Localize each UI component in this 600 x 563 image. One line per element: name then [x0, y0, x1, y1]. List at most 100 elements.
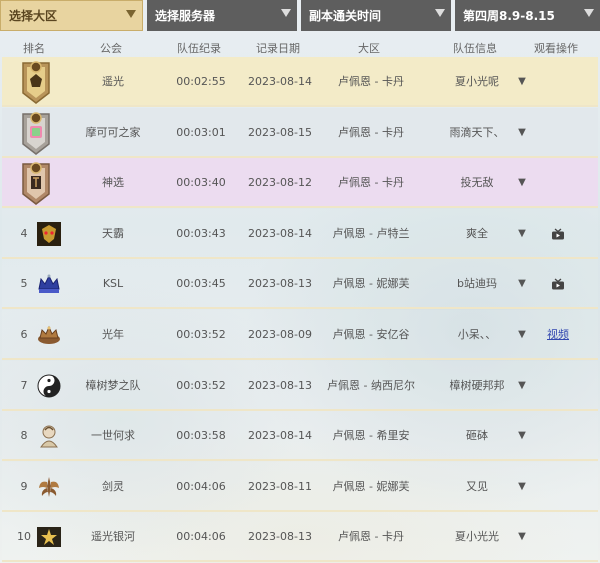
gold-medal-icon: [19, 59, 53, 105]
region-name: 卢佩恩 - 妮娜芙: [332, 277, 410, 291]
record-time: 00:03:45: [176, 277, 226, 291]
filter-bar: 选择大区 选择服务器 副本通关时间 第四周8.9-8.15: [0, 0, 600, 31]
week-select-label: 第四周8.9-8.15: [463, 9, 555, 23]
record-time: 00:03:01: [176, 125, 226, 139]
metric-select[interactable]: 副本通关时间: [301, 0, 451, 31]
expand-toggle-icon[interactable]: ▼: [518, 411, 526, 461]
server-select[interactable]: 选择服务器: [147, 0, 297, 31]
record-date: 2023-08-14: [248, 226, 312, 240]
guild-name: 摩可可之家: [85, 125, 141, 139]
region-select[interactable]: 选择大区: [0, 0, 143, 31]
record-date: 2023-08-13: [248, 277, 312, 291]
record-time: 00:04:06: [176, 530, 226, 544]
week-select[interactable]: 第四周8.9-8.15: [455, 0, 600, 31]
record-time: 00:03:52: [176, 378, 226, 392]
guild-name: 遥光银河: [91, 530, 135, 544]
table-row[interactable]: 神选 00:03:40 2023-08-12 卢佩恩 - 卡丹 投无敌 ▼: [2, 158, 598, 209]
guild-name: 剑灵: [102, 479, 124, 493]
record-date: 2023-08-11: [248, 479, 312, 493]
region-name: 卢佩恩 - 安亿谷: [332, 328, 410, 341]
silver-medal-icon: [19, 110, 53, 156]
demon-emblem-icon: [36, 221, 62, 247]
record-time: 00:03:52: [176, 328, 226, 341]
expand-toggle-icon[interactable]: ▼: [518, 259, 526, 309]
record-date: 2023-08-15: [248, 125, 312, 139]
table-header: 排名 公会 队伍纪录 记录日期 大区 队伍信息 观看操作: [0, 40, 600, 56]
region-name: 卢佩恩 - 希里安: [332, 429, 410, 443]
expand-toggle-icon[interactable]: ▼: [518, 310, 526, 360]
table-row[interactable]: 6 光年 00:03:52 2023-08-09 卢佩恩 - 安亿谷 小呆、、 ▼ 视频: [2, 310, 598, 360]
brown-crown-emblem-icon: [36, 322, 62, 348]
header-team: 队伍信息: [453, 42, 497, 55]
table-row[interactable]: 4 天霸 00:03:43 2023-08-14 卢佩恩 - 卢特兰 爽全 ▼: [2, 208, 598, 259]
header-rank: 排名: [23, 42, 45, 55]
region-select-label: 选择大区: [9, 9, 58, 23]
region-name: 卢佩恩 - 卢特兰: [332, 226, 410, 240]
gold-star-emblem-icon: [36, 524, 62, 550]
header-watch: 观看操作: [534, 42, 578, 55]
table-row[interactable]: 10 遥光银河 00:04:06 2023-08-13 卢佩恩 - 卡丹 夏小光光 ▼: [2, 512, 598, 563]
expand-toggle-icon[interactable]: ▼: [518, 108, 526, 158]
record-time: 00:03:58: [176, 429, 226, 443]
rank-number: 10: [17, 530, 31, 544]
chevron-down-icon: [435, 9, 445, 17]
video-link[interactable]: 视频: [547, 310, 569, 360]
team-leader: b站迪玛: [457, 277, 497, 291]
record-date: 2023-08-13: [248, 378, 312, 392]
expand-toggle-icon[interactable]: ▼: [518, 361, 526, 411]
expand-toggle-icon[interactable]: ▼: [518, 209, 526, 259]
team-leader: 砸砵: [466, 429, 488, 443]
watch-video-icon[interactable]: [551, 209, 565, 259]
record-time: 00:04:06: [176, 479, 226, 493]
team-leader: 又见: [466, 479, 488, 493]
wing-emblem-icon: [36, 474, 62, 500]
region-name: 卢佩恩 - 纳西尼尔: [327, 378, 415, 392]
chevron-down-icon: [126, 10, 136, 18]
table-row[interactable]: 8 一世何求 00:03:58 2023-08-14 卢佩恩 - 希里安 砸砵 ▼: [2, 411, 598, 462]
table-row[interactable]: 摩可可之家 00:03:01 2023-08-15 卢佩恩 - 卡丹 雨滴天下、 ▼: [2, 107, 598, 158]
table-row[interactable]: 7 樟树梦之队 00:03:52 2023-08-13 卢佩恩 - 纳西尼尔 樟树硬邦邦 ▼: [2, 360, 598, 411]
record-date: 2023-08-12: [248, 176, 312, 190]
record-time: 00:03:40: [176, 176, 226, 190]
table-row[interactable]: 9 剑灵 00:04:06 2023-08-11 卢佩恩 - 妮娜芙 又见 ▼: [2, 461, 598, 512]
record-time: 00:03:43: [176, 226, 226, 240]
guild-name: 遥光: [102, 75, 124, 88]
region-name: 卢佩恩 - 妮娜芙: [332, 479, 410, 493]
expand-toggle-icon[interactable]: ▼: [518, 462, 526, 512]
yin-yang-emblem-icon: [36, 373, 62, 399]
region-name: 卢佩恩 - 卡丹: [338, 125, 404, 139]
character-emblem-icon: [36, 423, 62, 449]
record-time: 00:02:55: [176, 75, 226, 88]
team-leader: 夏小光光: [455, 530, 499, 544]
record-date: 2023-08-14: [248, 429, 312, 443]
rank-number: 9: [20, 479, 28, 493]
guild-name: KSL: [102, 277, 124, 291]
server-select-label: 选择服务器: [155, 9, 216, 23]
team-leader: 爽全: [466, 226, 488, 240]
chevron-down-icon: [281, 9, 291, 17]
team-leader: 樟树硬邦邦: [449, 378, 505, 392]
table-row[interactable]: 5 KSL 00:03:45 2023-08-13 卢佩恩 - 妮娜芙 b站迪玛 ▼: [2, 259, 598, 310]
guild-name: 神选: [102, 176, 124, 190]
rank-number: 8: [20, 429, 28, 443]
bronze-medal-icon: [19, 160, 53, 206]
region-name: 卢佩恩 - 卡丹: [338, 530, 404, 544]
record-date: 2023-08-13: [248, 530, 312, 544]
team-leader: 小呆、、: [457, 328, 497, 341]
team-leader: 投无敌: [460, 176, 494, 190]
table-row[interactable]: 遥光 00:02:55 2023-08-14 卢佩恩 - 卡丹 夏小光呢 ▼: [2, 57, 598, 107]
record-date: 2023-08-14: [248, 75, 312, 88]
expand-toggle-icon[interactable]: ▼: [518, 512, 526, 562]
team-leader: 夏小光呢: [455, 75, 499, 88]
header-region: 大区: [358, 42, 380, 55]
guild-name: 樟树梦之队: [85, 378, 141, 392]
region-name: 卢佩恩 - 卡丹: [338, 176, 404, 190]
rank-number: 6: [20, 328, 28, 341]
team-leader: 雨滴天下、: [449, 125, 505, 139]
guild-name: 一世何求: [91, 429, 135, 443]
expand-toggle-icon[interactable]: ▼: [518, 158, 526, 208]
header-record: 队伍纪录: [177, 42, 221, 55]
expand-toggle-icon[interactable]: ▼: [518, 57, 526, 107]
watch-video-icon[interactable]: [551, 259, 565, 309]
record-date: 2023-08-09: [248, 328, 312, 341]
